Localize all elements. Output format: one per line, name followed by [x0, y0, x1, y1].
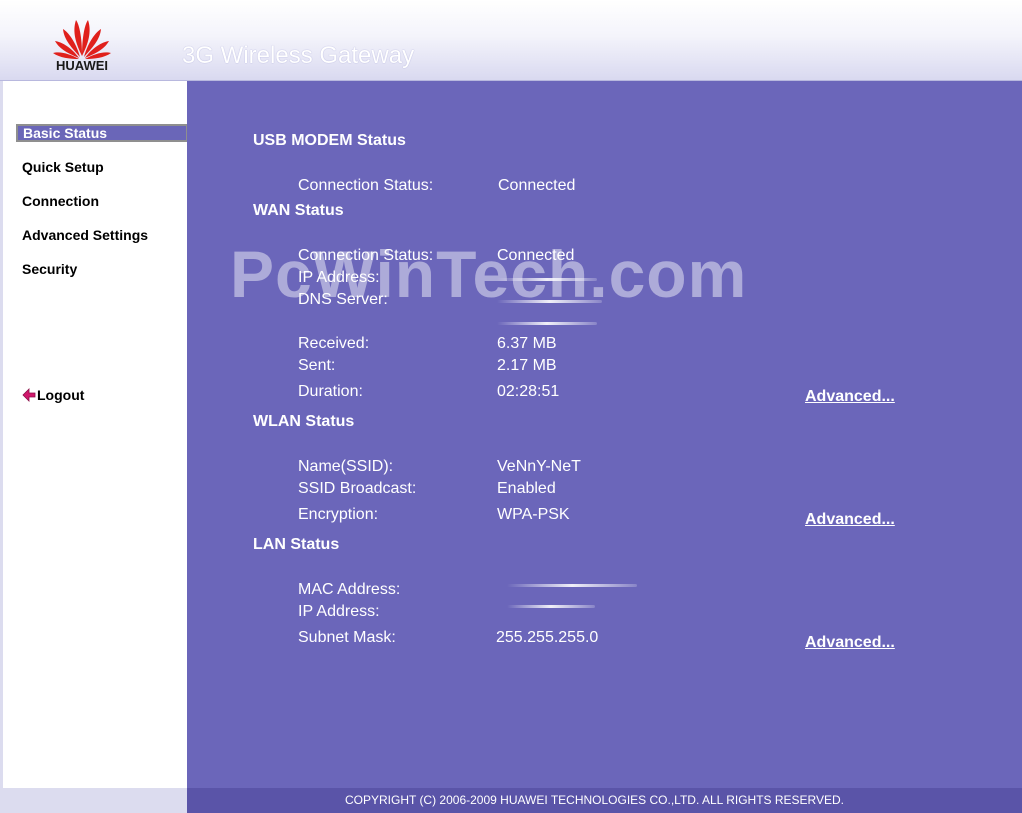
wan-sent-label: Sent:	[298, 357, 336, 374]
wlan-encryption-label: Encryption:	[298, 506, 379, 523]
wan-duration-value: 02:28:51	[497, 383, 560, 400]
redacted-dns-1	[497, 300, 602, 303]
footer-sidebar-strip	[0, 788, 187, 813]
logout-link[interactable]: Logout	[22, 387, 84, 403]
wlan-broadcast-value: Enabled	[497, 480, 556, 497]
lan-mac-address-label: MAC Address:	[298, 581, 401, 598]
wlan-broadcast-label: SSID Broadcast:	[298, 480, 417, 497]
redacted-ip	[497, 278, 597, 281]
wlan-ssid-label: Name(SSID):	[298, 458, 394, 475]
footer: COPYRIGHT (C) 2006-2009 HUAWEI TECHNOLOG…	[0, 788, 1022, 813]
usb-connection-status-value: Connected	[498, 177, 576, 194]
redacted-dns-2	[497, 322, 597, 325]
wlan-ssid-value: VeNnY-NeT	[497, 458, 581, 475]
header-bar: HUAWEI 3G Wireless Gateway	[0, 0, 1022, 81]
lan-subnet-mask-value: 255.255.255.0	[496, 629, 599, 646]
lan-ip-address-label: IP Address:	[298, 603, 380, 620]
sidebar-item-security[interactable]: Security	[22, 261, 187, 277]
logout-arrow-icon	[22, 388, 36, 402]
lan-status-title: LAN Status	[253, 536, 340, 553]
lan-advanced-link[interactable]: Advanced...	[805, 634, 895, 652]
wan-received-label: Received:	[298, 335, 370, 352]
wan-connection-status-label: Connection Status:	[298, 247, 434, 264]
brand-name: HUAWEI	[56, 58, 108, 73]
wan-received-value: 6.37 MB	[497, 335, 557, 352]
wlan-status-title: WLAN Status	[253, 413, 355, 430]
wan-sent-value: 2.17 MB	[497, 357, 557, 374]
page-title: 3G Wireless Gateway	[182, 42, 415, 69]
lan-subnet-mask-label: Subnet Mask:	[298, 629, 396, 646]
wan-duration-label: Duration:	[298, 383, 363, 400]
sidebar-item-basic-status[interactable]: Basic Status	[16, 124, 188, 142]
usb-connection-status-label: Connection Status:	[298, 177, 434, 194]
sidebar-item-quick-setup[interactable]: Quick Setup	[22, 159, 187, 175]
wan-advanced-link[interactable]: Advanced...	[805, 388, 895, 406]
copyright-text: COPYRIGHT (C) 2006-2009 HUAWEI TECHNOLOG…	[344, 793, 845, 807]
wlan-encryption-value: WPA-PSK	[497, 506, 570, 523]
wan-connection-status-value: Connected	[497, 247, 575, 264]
usb-status-title: USB MODEM Status	[253, 132, 406, 149]
sidebar-item-connection[interactable]: Connection	[22, 193, 187, 209]
sidebar-item-advanced-settings[interactable]: Advanced Settings	[22, 227, 187, 243]
redacted-lan-ip	[507, 605, 595, 608]
redacted-mac	[507, 584, 637, 587]
wlan-advanced-link[interactable]: Advanced...	[805, 511, 895, 529]
wan-status-title: WAN Status	[253, 202, 344, 219]
logout-label: Logout	[37, 387, 85, 403]
main-content: USB MODEM Status Connection Status: Conn…	[187, 81, 1022, 788]
wan-dns-server-label: DNS Server:	[298, 291, 388, 308]
wan-ip-address-label: IP Address:	[298, 269, 380, 286]
sidebar: Basic Status Quick Setup Connection Adva…	[0, 81, 188, 788]
